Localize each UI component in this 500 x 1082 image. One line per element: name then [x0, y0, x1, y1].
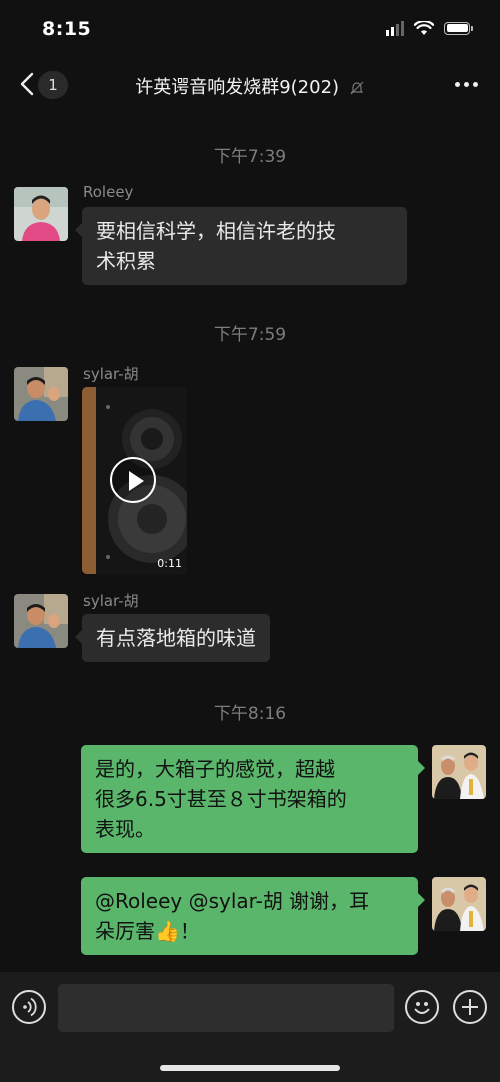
- status-bar: 8:15: [0, 0, 500, 60]
- voice-wave-icon: [23, 997, 37, 1017]
- chat-title: 许英谔音响发烧群9(202): [135, 77, 340, 98]
- timestamp: 下午8:16: [213, 704, 287, 724]
- sender-name: Roleey: [83, 183, 134, 201]
- smiley-icon: [414, 1002, 430, 1014]
- chat-message-list[interactable]: 下午7:39 Roleey 要相信科学，相信许老的技 术积累 下午7:59 sy…: [0, 112, 500, 972]
- message-text-line: 朵厉害👍！: [95, 919, 200, 943]
- message-text-line: 术积累: [96, 249, 156, 273]
- sender-name: sylar-胡: [83, 592, 139, 610]
- message-bubble-incoming[interactable]: 要相信科学，相信许老的技 术积累: [75, 207, 407, 285]
- play-button-icon[interactable]: [110, 457, 156, 503]
- video-duration: 0:11: [157, 557, 182, 570]
- more-actions-plus-button[interactable]: [453, 990, 487, 1024]
- message-bubble-outgoing[interactable]: 是的，大箱子的感觉，超越 很多6.5寸甚至８寸书架箱的 表现。: [81, 745, 425, 853]
- sender-name: sylar-胡: [83, 365, 139, 383]
- message-text: 有点落地箱的味道: [96, 626, 256, 650]
- message-text-line: 表现。: [95, 817, 155, 841]
- home-indicator: [160, 1065, 340, 1071]
- timestamp: 下午7:59: [213, 325, 287, 345]
- chat-title-container: 许英谔音响发烧群9(202): [0, 73, 500, 99]
- mute-bell-icon: [350, 81, 364, 95]
- avatar-self[interactable]: [432, 745, 486, 799]
- chat-header: 1 许英谔音响发烧群9(202): [0, 60, 500, 110]
- avatar-self[interactable]: [432, 877, 486, 931]
- timestamp: 下午7:39: [213, 147, 287, 167]
- status-time: 8:15: [42, 18, 92, 40]
- status-icons: [386, 20, 473, 36]
- message-text-line: 很多6.5寸甚至８寸书架箱的: [95, 787, 347, 811]
- avatar-sylar[interactable]: [14, 367, 68, 421]
- avatar-roleey[interactable]: [14, 187, 68, 241]
- message-input-bar: [0, 972, 500, 1082]
- avatar-sylar[interactable]: [14, 594, 68, 648]
- cellular-signal-icon: [386, 20, 404, 36]
- battery-icon: [444, 21, 473, 35]
- message-bubble-incoming[interactable]: 有点落地箱的味道: [75, 614, 270, 662]
- message-text-line: 要相信科学，相信许老的技: [96, 219, 336, 243]
- message-text-input[interactable]: [58, 984, 394, 1032]
- more-options-icon[interactable]: [455, 82, 478, 87]
- emoji-button[interactable]: [405, 990, 439, 1024]
- message-bubble-outgoing[interactable]: @Roleey @sylar-胡 谢谢，耳 朵厉害👍！: [81, 877, 425, 955]
- video-message-thumbnail[interactable]: 0:11: [82, 387, 187, 574]
- message-text-line: @Roleey @sylar-胡 谢谢，耳: [95, 889, 370, 913]
- plus-icon: [462, 999, 478, 1015]
- voice-input-button[interactable]: [12, 990, 46, 1024]
- wifi-icon: [414, 20, 434, 35]
- message-text-line: 是的，大箱子的感觉，超越: [95, 757, 335, 781]
